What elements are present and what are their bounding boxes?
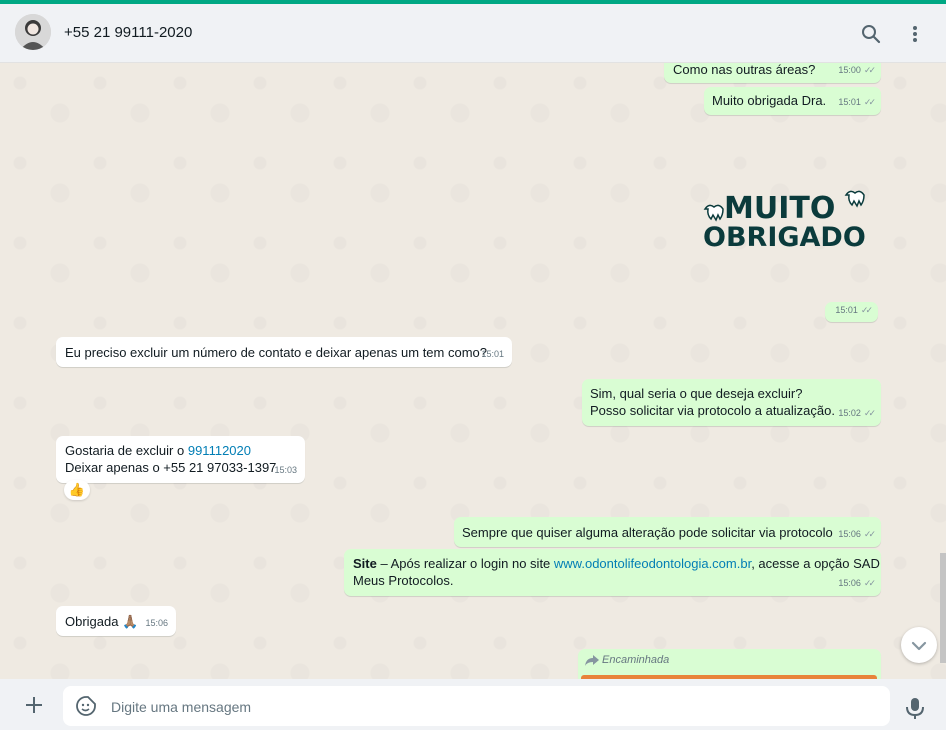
message-text: Eu preciso excluir um número de contato … [65, 345, 487, 360]
message-outgoing[interactable]: Sim, qual seria o que deseja excluir? Po… [582, 379, 881, 426]
chevron-down-icon [911, 641, 927, 651]
scrollbar[interactable] [940, 553, 946, 663]
avatar[interactable] [15, 14, 51, 50]
message-input[interactable] [109, 686, 873, 728]
message-time: 15:06 [838, 529, 861, 539]
message-line: Sim, qual seria o que deseja excluir? [590, 386, 803, 401]
message-meta: 15:06 [145, 615, 168, 632]
double-check-icon: ✓✓ [863, 97, 876, 107]
message-time: 15:03 [274, 465, 297, 475]
message-time: 15:06 [838, 578, 861, 588]
message-meta: 15:03 [274, 462, 297, 479]
message-text: Gostaria de excluir o 991112020 Deixar a… [65, 442, 276, 476]
message-bold: Site [353, 556, 377, 571]
message-time: 15:01 [835, 305, 858, 315]
message-incoming[interactable]: Obrigada 🙏🏽 15:06 [56, 606, 176, 636]
composer-field [63, 686, 890, 728]
message-outgoing[interactable]: Sempre que quiser alguma alteração pode … [454, 517, 881, 547]
double-check-icon: ✓✓ [863, 408, 876, 418]
message-time: 15:00 [838, 65, 861, 75]
vertical-dots-icon[interactable] [903, 22, 927, 46]
contact-name[interactable]: +55 21 99111-2020 [64, 24, 192, 41]
message-outgoing[interactable]: Site – Após realizar o login no site www… [344, 549, 881, 596]
forwarded-message[interactable]: Encaminhada [578, 649, 881, 679]
message-line: Posso solicitar via protocolo a atualiza… [590, 403, 835, 418]
message-incoming[interactable]: Eu preciso excluir um número de contato … [56, 337, 512, 367]
message-meta: 15:01 ✓✓ [838, 94, 876, 111]
message-outgoing[interactable]: Como nas outras áreas? 15:00 ✓✓ [664, 63, 881, 83]
message-incoming[interactable]: Gostaria de excluir o 991112020 Deixar a… [56, 436, 305, 483]
reaction-badge[interactable]: 👍 [64, 480, 90, 500]
plus-icon[interactable] [22, 693, 46, 717]
message-outgoing[interactable]: Muito obrigada Dra. 15:01 ✓✓ [704, 87, 881, 115]
message-time: 15:01 [838, 97, 861, 107]
double-check-icon: ✓✓ [863, 65, 876, 75]
sticker-line1: MUITO [724, 191, 835, 226]
forwarded-label: Encaminhada [602, 654, 670, 666]
message-fragment: – Após realizar o login no site [376, 556, 554, 571]
forward-arrow-icon [585, 655, 599, 666]
search-icon[interactable] [859, 22, 883, 46]
message-text: Sim, qual seria o que deseja excluir? Po… [590, 385, 835, 419]
tooth-icon [703, 204, 724, 222]
message-meta: 15:06 ✓✓ [838, 575, 876, 592]
phone-link[interactable]: 991112020 [188, 443, 251, 458]
message-time: 15:01 [481, 349, 504, 359]
message-text: Muito obrigada Dra. [712, 93, 827, 108]
message-time: 15:02 [838, 408, 861, 418]
chat-header: +55 21 99111-2020 [0, 4, 946, 63]
tooth-icon [844, 190, 865, 208]
message-line: Meus Protocolos. [353, 573, 454, 588]
composer-bar [0, 679, 946, 730]
message-line: Gostaria de excluir o [65, 443, 188, 458]
message-text: Como nas outras áreas? [673, 63, 816, 77]
message-text: Site – Após realizar o login no site www… [353, 555, 880, 589]
message-meta: 15:06 ✓✓ [838, 526, 876, 543]
message-line: Deixar apenas o +55 21 97033-1397 [65, 460, 277, 475]
sticker-time-badge: 15:01 ✓✓ [825, 302, 878, 322]
double-check-icon: ✓✓ [863, 578, 876, 588]
message-text: Sempre que quiser alguma alteração pode … [462, 525, 833, 540]
message-time: 15:06 [145, 618, 168, 628]
message-fragment: , acesse a opção SAD [751, 556, 880, 571]
scroll-down-button[interactable] [901, 627, 937, 663]
sticker-message[interactable]: MUITO OBRIGADO [700, 187, 870, 253]
message-text: Obrigada 🙏🏽 [65, 614, 139, 629]
microphone-icon[interactable] [904, 696, 926, 720]
double-check-icon: ✓✓ [860, 305, 873, 315]
double-check-icon: ✓✓ [863, 529, 876, 539]
sticker-line2: OBRIGADO [703, 222, 866, 252]
sticker-icon[interactable] [75, 695, 97, 717]
message-meta: 15:01 [481, 346, 504, 363]
site-link[interactable]: www.odontolifeodontologia.com.br [554, 556, 751, 571]
message-meta: 15:02 ✓✓ [838, 405, 876, 422]
message-list[interactable]: Como nas outras áreas? 15:00 ✓✓ Muito obr… [0, 63, 946, 679]
message-meta: 15:00 ✓✓ [838, 63, 876, 79]
